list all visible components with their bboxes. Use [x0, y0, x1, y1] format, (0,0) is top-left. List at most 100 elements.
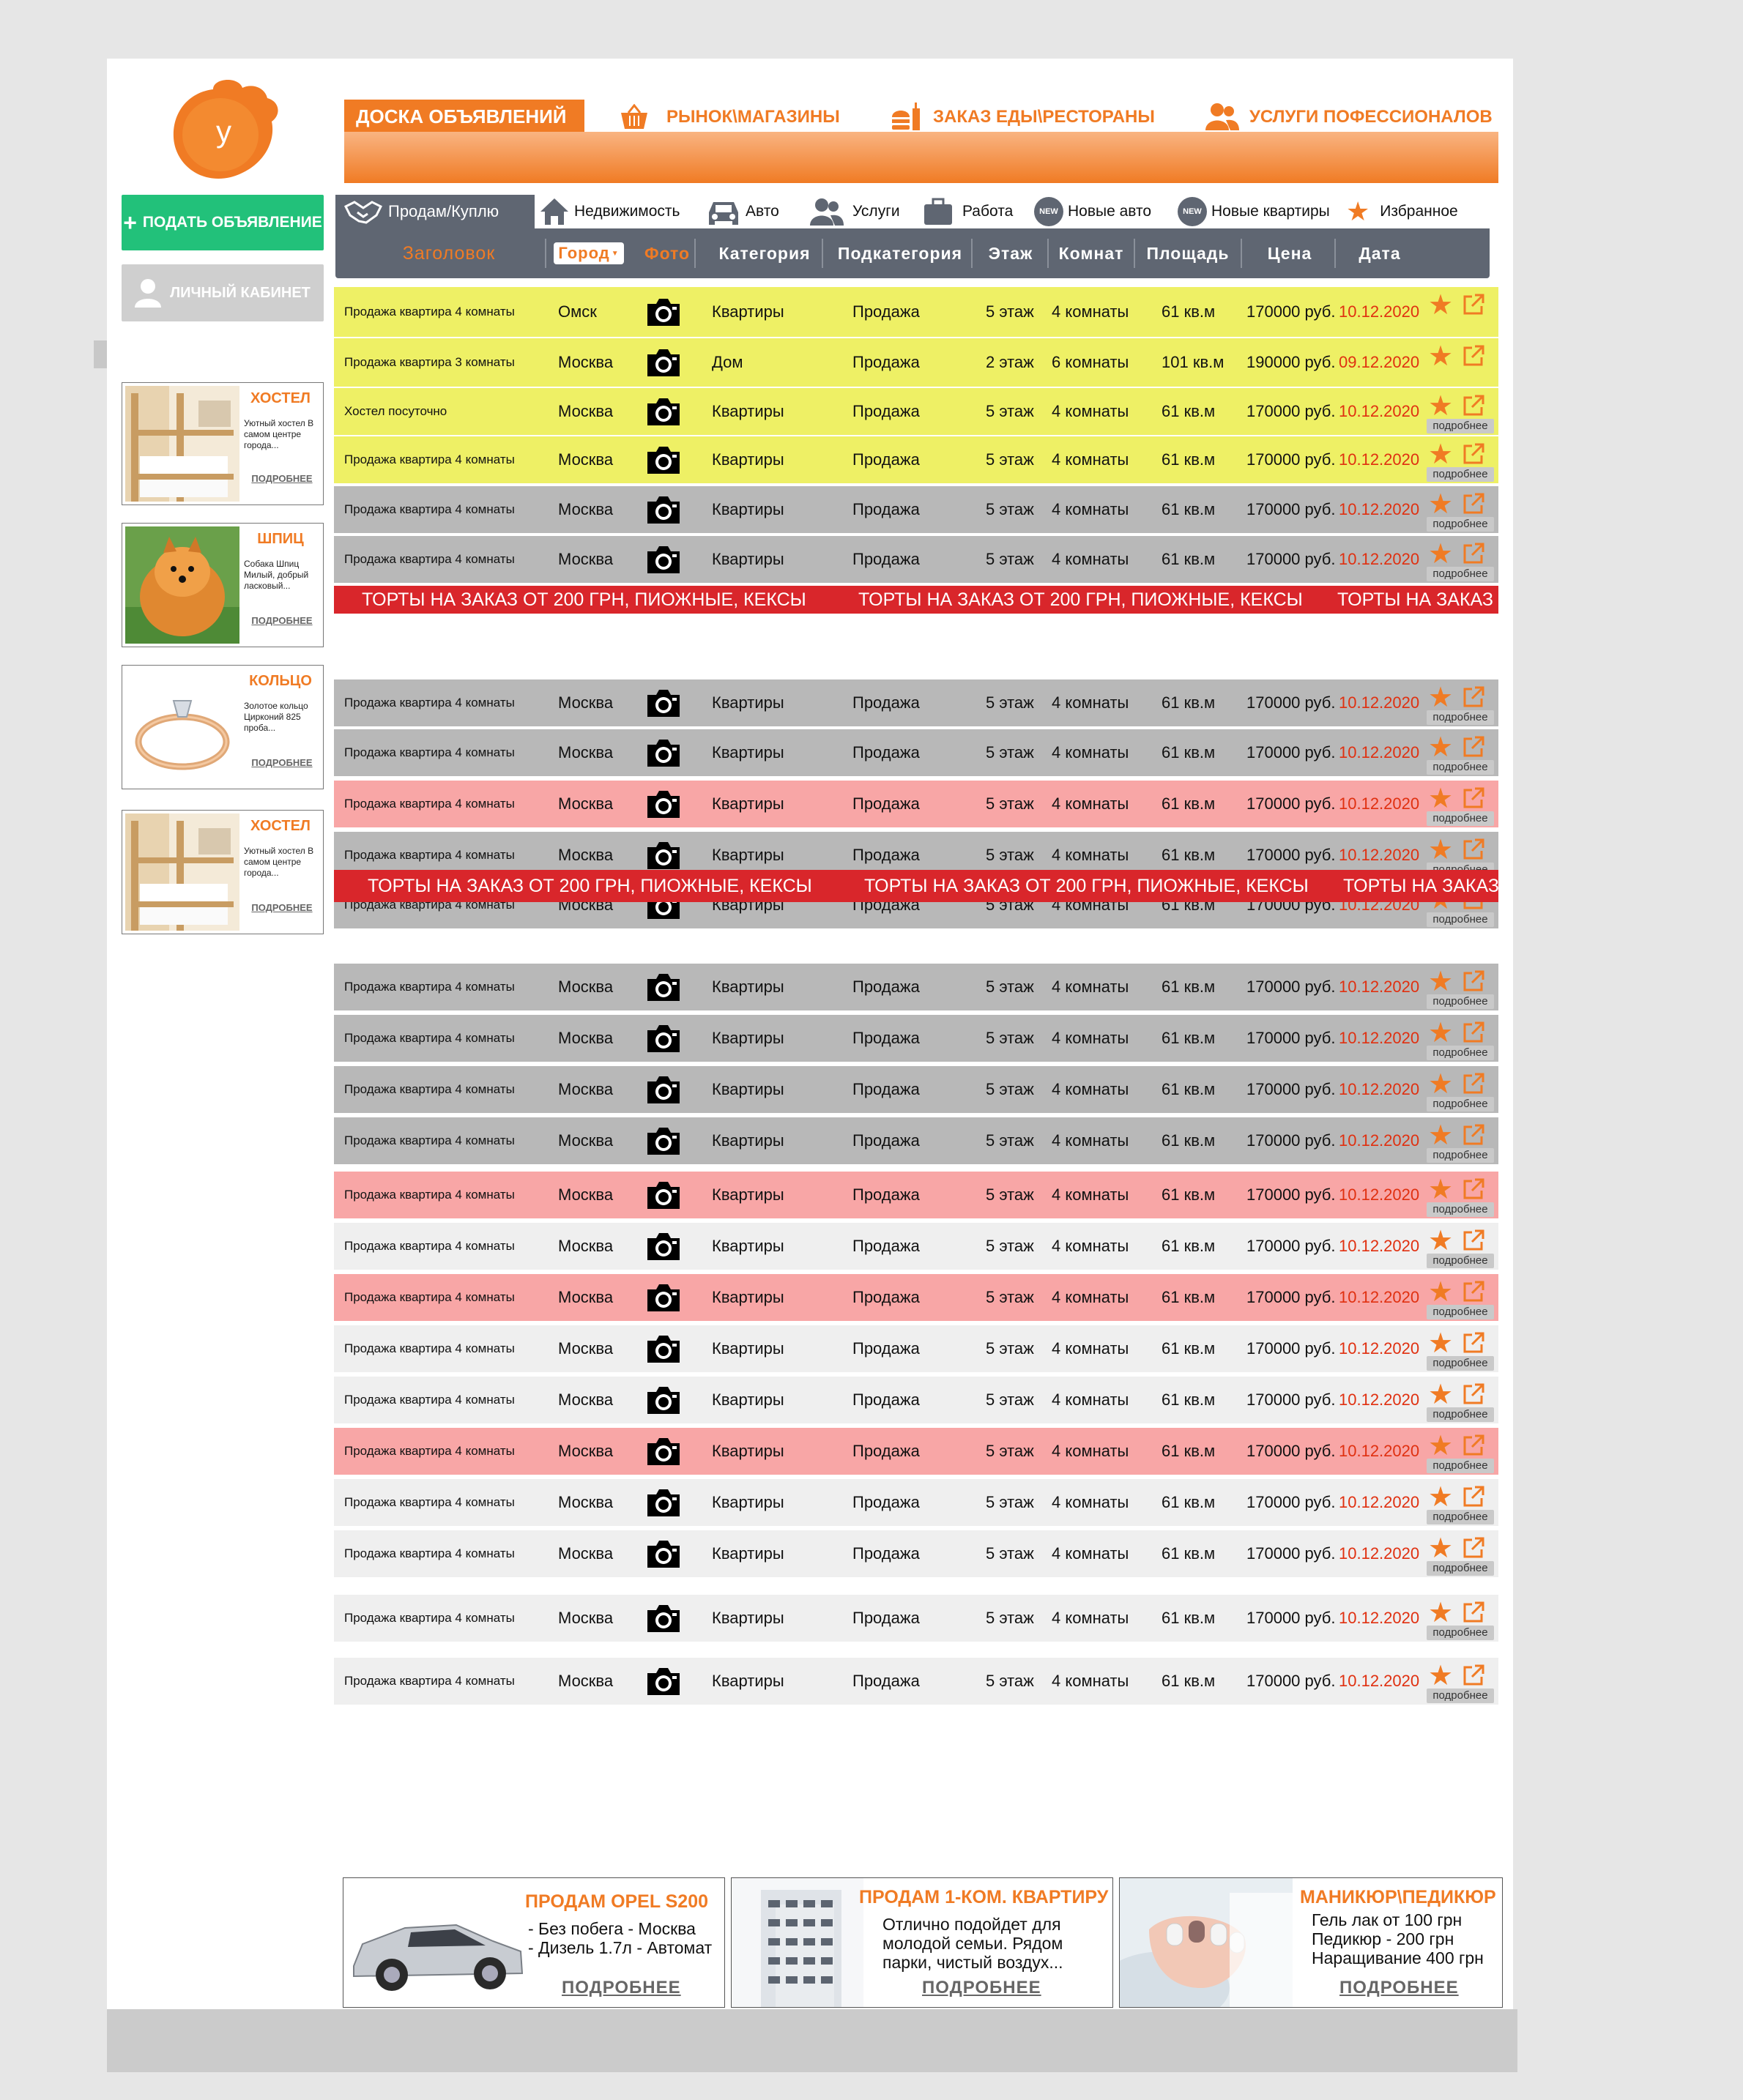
listing-row[interactable]: Продажа квартира 4 комнаты Москва Квартиры…	[334, 781, 1498, 827]
favorite-star-icon[interactable]: ★	[1428, 1483, 1453, 1511]
open-link-icon[interactable]	[1462, 969, 1485, 997]
listing-title[interactable]: Продажа квартира 4 комнаты	[344, 536, 515, 583]
open-link-icon[interactable]	[1462, 1177, 1485, 1205]
listing-title[interactable]: Продажа квартира 4 комнаты	[344, 1172, 515, 1218]
camera-icon[interactable]	[644, 1377, 683, 1423]
favorite-star-icon[interactable]: ★	[1428, 684, 1453, 712]
listing-title[interactable]: Продажа квартира 4 комнаты	[344, 964, 515, 1010]
more-details-button[interactable]: подробнее	[1427, 1305, 1494, 1319]
more-details-button[interactable]: подробнее	[1427, 419, 1494, 433]
camera-icon[interactable]	[644, 338, 683, 387]
listing-row[interactable]: Продажа квартира 4 комнаты Москва Квартиры…	[334, 679, 1498, 726]
favorite-star-icon[interactable]: ★	[1428, 1071, 1453, 1098]
side-ad-ring[interactable]: КОЛЬЦО Золотое кольцо Цирконий 825 проба…	[122, 665, 324, 789]
open-link-icon[interactable]	[1462, 394, 1485, 422]
more-details-button[interactable]: подробнее	[1427, 1097, 1494, 1112]
tab-board[interactable]: ДОСКА ОБЪЯВЛЕНИЙ	[344, 100, 584, 133]
camera-icon[interactable]	[644, 436, 683, 483]
listing-title[interactable]: Продажа квартира 4 комнаты	[344, 1530, 515, 1577]
favorite-star-icon[interactable]: ★	[1428, 1381, 1453, 1409]
listing-row[interactable]: Продажа квартира 4 комнаты Москва Квартиры…	[334, 1015, 1498, 1062]
listing-row[interactable]: Продажа квартира 4 комнаты Москва Квартиры…	[334, 1223, 1498, 1270]
bottom-ad-more-link[interactable]: ПОДРОБНЕЕ	[922, 1978, 1041, 1998]
favorite-star-icon[interactable]: ★	[1428, 1278, 1453, 1306]
open-link-icon[interactable]	[1462, 1021, 1485, 1049]
cabinet-button[interactable]: ЛИЧНЫЙ КАБИНЕТ	[122, 264, 324, 321]
open-link-icon[interactable]	[1462, 838, 1485, 865]
header-subcategory[interactable]: Подкатегория	[826, 228, 974, 278]
header-floor[interactable]: Этаж	[974, 228, 1047, 278]
more-details-button[interactable]: подробнее	[1427, 1254, 1494, 1268]
favorite-star-icon[interactable]: ★	[1428, 785, 1453, 813]
camera-icon[interactable]	[644, 964, 683, 1010]
open-link-icon[interactable]	[1462, 1331, 1485, 1359]
more-details-button[interactable]: подробнее	[1427, 1407, 1494, 1422]
tab-new-auto[interactable]: NEW Новые авто	[1034, 195, 1151, 228]
listing-title[interactable]: Продажа квартира 4 комнаты	[344, 436, 515, 483]
listing-row[interactable]: Продажа квартира 4 комнаты Москва Квартиры…	[334, 1325, 1498, 1372]
bottom-ad-more-link[interactable]: ПОДРОБНЕЕ	[1339, 1978, 1459, 1998]
more-details-button[interactable]: подробнее	[1427, 1510, 1494, 1524]
camera-icon[interactable]	[644, 1530, 683, 1577]
side-ad-spitz[interactable]: ШПИЦ Собака Шпиц Милый, добрый ласковый.…	[122, 523, 324, 647]
open-link-icon[interactable]	[1462, 1072, 1485, 1100]
header-rooms[interactable]: Комнат	[1050, 228, 1132, 278]
more-details-button[interactable]: подробнее	[1427, 517, 1494, 532]
favorite-star-icon[interactable]: ★	[1428, 836, 1453, 864]
more-details-button[interactable]: подробнее	[1427, 994, 1494, 1009]
favorite-star-icon[interactable]: ★	[1428, 968, 1453, 996]
open-link-icon[interactable]	[1462, 1123, 1485, 1151]
open-link-icon[interactable]	[1462, 1280, 1485, 1308]
listing-title[interactable]: Продажа квартира 4 комнаты	[344, 1479, 515, 1526]
favorite-star-icon[interactable]: ★	[1428, 441, 1453, 469]
listing-row[interactable]: Продажа квартира 4 комнаты Москва Квартиры…	[334, 964, 1498, 1010]
tab-food[interactable]: ЗАКАЗ ЕДЫ\РЕСТОРАНЫ	[891, 103, 1155, 132]
more-details-button[interactable]: подробнее	[1427, 467, 1494, 482]
camera-icon[interactable]	[644, 1015, 683, 1062]
header-category[interactable]: Категория	[700, 228, 829, 278]
listing-title[interactable]: Продажа квартира 4 комнаты	[344, 1377, 515, 1423]
tab-services[interactable]: УСЛУГИ ПОФЕССИОНАЛОВ	[1204, 103, 1493, 132]
open-link-icon[interactable]	[1462, 293, 1485, 321]
open-link-icon[interactable]	[1462, 685, 1485, 713]
listing-row[interactable]: Продажа квартира 4 комнаты Москва Квартиры…	[334, 1658, 1498, 1705]
open-link-icon[interactable]	[1462, 1664, 1485, 1691]
bottom-ad-flat[interactable]: ПРОДАМ 1-КОМ. КВАРТИРУ Отлично подойдет …	[731, 1877, 1113, 2008]
favorite-star-icon[interactable]: ★	[1428, 1330, 1453, 1358]
site-logo[interactable]: у	[169, 76, 286, 186]
tab-services-cat[interactable]: Услуги	[809, 195, 900, 228]
listing-title[interactable]: Продажа квартира 4 комнаты	[344, 1223, 515, 1270]
tab-market[interactable]: РЫНОК\МАГАЗИНЫ	[620, 103, 840, 132]
favorite-star-icon[interactable]: ★	[1428, 343, 1453, 371]
more-details-button[interactable]: подробнее	[1427, 1459, 1494, 1473]
favorite-star-icon[interactable]: ★	[1428, 1662, 1453, 1690]
bottom-ad-car[interactable]: ПРОДАМ OPEL S200 - Без побега - Москва -…	[343, 1877, 725, 2008]
tab-realty[interactable]: Недвижимость	[539, 195, 680, 228]
camera-icon[interactable]	[644, 287, 683, 337]
favorite-star-icon[interactable]: ★	[1428, 1599, 1453, 1627]
more-details-button[interactable]: подробнее	[1427, 1561, 1494, 1576]
favorite-star-icon[interactable]: ★	[1428, 392, 1453, 420]
listing-row[interactable]: Продажа квартира 4 комнаты Омск Квартиры Пр…	[334, 287, 1498, 337]
more-details-button[interactable]: подробнее	[1427, 811, 1494, 826]
city-dropdown[interactable]: Город ▼	[554, 242, 624, 264]
listing-title[interactable]: Продажа квартира 4 комнаты	[344, 1595, 515, 1642]
camera-icon[interactable]	[644, 388, 683, 435]
more-details-button[interactable]: подробнее	[1427, 1202, 1494, 1217]
camera-icon[interactable]	[644, 781, 683, 827]
tab-work[interactable]: Работа	[923, 195, 1013, 228]
tab-favorites[interactable]: ★ Избранное	[1346, 195, 1458, 228]
favorite-star-icon[interactable]: ★	[1428, 1227, 1453, 1255]
listing-row[interactable]: Продажа квартира 4 комнаты Москва Квартиры…	[334, 1117, 1498, 1164]
open-link-icon[interactable]	[1462, 1434, 1485, 1462]
camera-icon[interactable]	[644, 1325, 683, 1372]
open-link-icon[interactable]	[1462, 492, 1485, 520]
header-area[interactable]: Площадь	[1137, 228, 1239, 278]
side-ad-more-link[interactable]: ПОДРОБНЕЕ	[244, 615, 320, 626]
listing-title[interactable]: Хостел посуточно	[344, 388, 447, 435]
open-link-icon[interactable]	[1462, 786, 1485, 814]
favorite-star-icon[interactable]: ★	[1428, 734, 1453, 762]
more-details-button[interactable]: подробнее	[1427, 1356, 1494, 1371]
listing-row[interactable]: Продажа квартира 3 комнаты Москва Дом Прода…	[334, 338, 1498, 387]
listing-row[interactable]: Продажа квартира 4 комнаты Москва Квартиры…	[334, 1530, 1498, 1577]
